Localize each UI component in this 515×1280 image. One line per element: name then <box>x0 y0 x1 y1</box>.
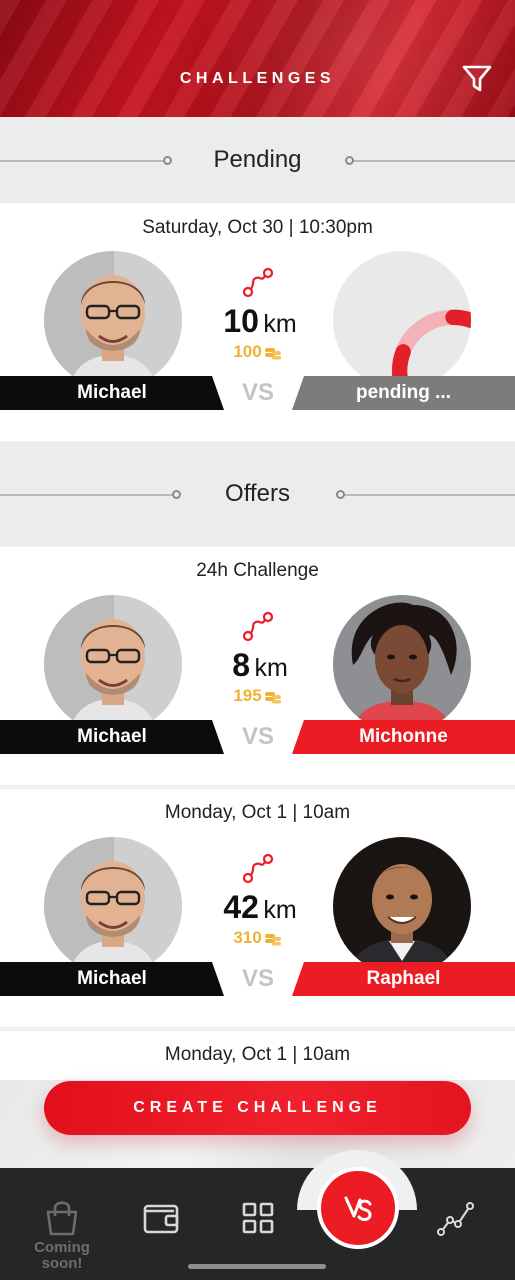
opponent-name: Raphael <box>292 962 515 996</box>
challenger-name: Michael <box>0 376 224 410</box>
tab-wallet[interactable] <box>141 1198 181 1238</box>
coins-icon <box>264 691 281 704</box>
coin-reward: 100 <box>200 342 315 362</box>
challenge-date: Monday, Oct 1 | 10am <box>164 802 351 823</box>
distance: 8 km <box>232 647 288 683</box>
create-challenge-button[interactable]: CREATE CHALLENGE <box>44 1081 471 1135</box>
route-icon <box>242 853 274 884</box>
challenge-date: Saturday, Oct 30 | 10:30pm <box>142 217 373 238</box>
avatar <box>44 837 182 975</box>
distance: 42 km <box>223 889 297 925</box>
avatar <box>44 595 182 733</box>
versus-icon <box>344 1196 372 1221</box>
opponent-avatar <box>333 595 471 733</box>
tab-stats[interactable] <box>436 1198 476 1238</box>
pending-opponent-avatar <box>333 251 471 389</box>
route-icon <box>242 267 274 298</box>
tab-shop[interactable] <box>42 1198 82 1238</box>
vs-label: VS <box>241 965 274 992</box>
section-title: Offers <box>225 480 290 507</box>
challenge-card-offer[interactable]: Monday, Oct 1 | 10am 42 km 310 Michael V… <box>0 789 515 1027</box>
tab-dashboard[interactable] <box>238 1198 278 1238</box>
challenge-date: Monday, Oct 1 | 10am <box>164 1044 351 1065</box>
header: CHALLENGES <box>0 0 515 117</box>
wallet-icon <box>143 1204 179 1234</box>
filter-icon[interactable] <box>461 64 493 94</box>
loading-spinner-icon <box>391 309 471 389</box>
opponent-name: pending ... <box>292 376 515 410</box>
section-header-offers: Offers <box>0 442 515 546</box>
opponent-avatar <box>333 837 471 975</box>
grid-icon <box>242 1202 274 1234</box>
bag-icon <box>46 1201 78 1236</box>
page-title: CHALLENGES <box>179 70 336 87</box>
coin-reward: 310 <box>200 928 315 948</box>
challenge-card-offer[interactable]: 24h Challenge 8 km 195 Michael VS Michon… <box>0 547 515 785</box>
vs-label: VS <box>241 379 274 406</box>
coins-icon <box>264 347 281 360</box>
coming-soon-label: Coming soon! <box>34 1239 90 1272</box>
coins-icon <box>264 933 281 946</box>
avatar <box>44 251 182 389</box>
stats-icon <box>437 1202 474 1236</box>
challenge-date: 24h Challenge <box>196 560 319 581</box>
challenger-name: Michael <box>0 962 224 996</box>
challenge-card-pending[interactable]: Saturday, Oct 30 | 10:30pm 10 km 100 Mic… <box>0 203 515 441</box>
section-header-pending: Pending <box>0 117 515 203</box>
coin-reward: 195 <box>200 686 315 706</box>
section-title: Pending <box>213 146 302 173</box>
challenger-name: Michael <box>0 720 224 754</box>
tab-challenges[interactable] <box>317 1167 399 1249</box>
opponent-name: Michonne <box>292 720 515 754</box>
home-indicator[interactable] <box>188 1264 326 1269</box>
route-icon <box>242 611 274 642</box>
distance: 10 km <box>223 303 297 339</box>
vs-label: VS <box>241 723 274 750</box>
